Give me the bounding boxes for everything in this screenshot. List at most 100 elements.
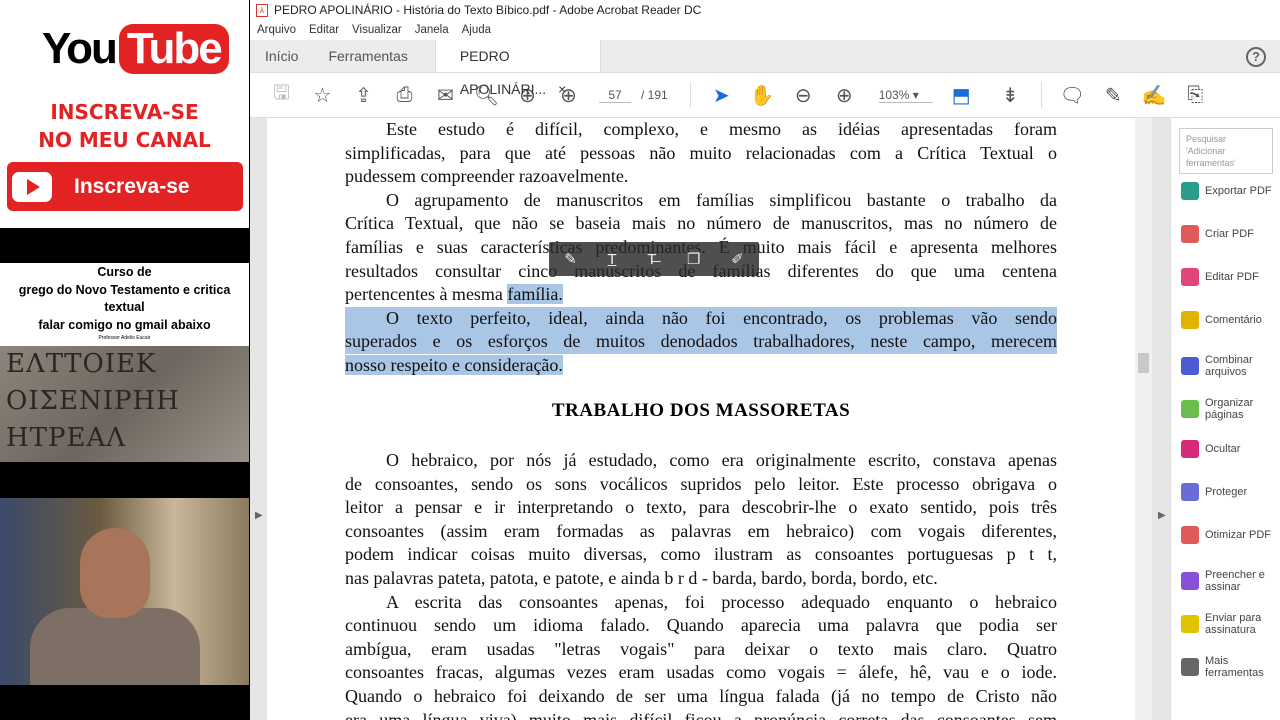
paragraph-4: O hebraico, por nós já estudado, como er… [345,449,1057,720]
text-line: leitor a pensar e ir interpretando o tex… [345,497,1057,518]
text-line: continuou sendo um idioma falado. Quando… [345,615,1057,636]
collapse-left-arrow-icon[interactable]: ▶ [255,510,263,521]
text-line: pudessem compreender razoavelmente. [345,166,629,187]
pdf-page: Este estudo é difícil, complexo, e mesmo… [267,118,1135,720]
menu-janela[interactable]: Janela [415,24,449,36]
tool-label: Comentário [1205,314,1262,326]
tools-search-input[interactable]: Pesquisar 'Adicionar ferramentas' [1179,128,1273,174]
zoom-level-select[interactable]: 103% ▾ [878,88,933,103]
text-line: O hebraico, por nós já estudado, como er… [386,450,1057,470]
text-line: consoantes fracas, algumas vezes eram us… [345,662,1057,683]
menu-arquivo[interactable]: Arquivo [257,24,296,36]
inscription-line: ΟΙΣΕΝΙΡΗΗ [6,386,180,416]
save-icon[interactable]: 🖫 [261,78,302,112]
cta-line1: INSCREVA-SE [50,100,199,124]
person-body [30,608,200,685]
tool-icon [1181,526,1199,544]
tool-icon [1181,658,1199,676]
menu-visualizar[interactable]: Visualizar [352,24,402,36]
selected-text-line[interactable]: nosso respeito e consideração. [345,354,1057,378]
tool-item[interactable]: Exportar PDF [1181,182,1277,200]
page-total: / 191 [641,88,668,102]
tool-label: Ocultar [1205,443,1241,455]
tool-label: Criar PDF [1205,228,1254,240]
tool-icon [1181,572,1199,590]
selected-text[interactable]: família. [507,284,563,305]
close-tab-icon[interactable]: × [558,81,566,97]
text-line: Crítica Textual, que não se baseia mais … [345,213,1057,234]
tool-item[interactable]: Combinar arquivos [1181,354,1277,378]
underline-text-icon[interactable]: T̲ [607,251,616,268]
tab-home[interactable]: Início [250,40,313,72]
highlight-pen-icon[interactable]: ✎ [1093,83,1134,108]
hand-tool-icon[interactable]: ✋ [742,83,783,108]
tab-document[interactable]: PEDRO APOLINÁRI... × [434,40,601,97]
text-line: era uma língua viva) muito mais difícil … [345,709,1057,720]
video-overlay-panel: You Tube INSCREVA-SE NO MEU CANAL Inscreva… [0,0,250,720]
more-tools-icon[interactable]: ⎘ [1175,84,1216,107]
tool-label: Organizar páginas [1205,397,1254,421]
text-span: pertencentes à mesma [345,284,508,305]
tool-item[interactable]: Organizar páginas [1181,397,1277,421]
tool-item[interactable]: Editar PDF [1181,268,1277,286]
youtube-subscribe-banner: You Tube INSCREVA-SE NO MEU CANAL Inscreva… [0,0,249,228]
tool-icon [1181,400,1199,418]
zoom-in-icon[interactable]: ⊕ [824,83,865,108]
highlight-icon[interactable]: ✎ [564,250,577,268]
zoom-out-icon[interactable]: ⊖ [783,83,824,108]
tool-item[interactable]: Enviar para assinatura [1181,612,1277,636]
subscribe-label: Inscreva-se [74,174,190,198]
strikethrough-text-icon[interactable]: T̶ [647,251,656,268]
tool-icon [1181,268,1199,286]
draw-sign-icon[interactable]: ✍ [1134,83,1175,108]
inscription-line: ΗΤΡΕΑΛ [6,423,127,453]
text-line: nas palavras pateta, patota, e patote, e… [345,567,938,588]
selected-text[interactable]: nosso respeito e consideração. [345,354,563,375]
selected-text-line[interactable]: superados e os esforços de muitos denoda… [345,330,1057,354]
vertical-scrollbar[interactable] [1135,118,1152,720]
toolbar: 🖫 ☆ ⇪ ⎙ ✉ 🔍︎ ⊕ ⊕ 57 / 191 ➤ ✋ ⊖ ⊕ 103% ▾… [250,73,1280,118]
subscribe-button: Inscreva-se [7,162,243,211]
tool-item[interactable]: Mais ferramentas [1181,655,1277,679]
window-title: PEDRO APOLINÁRIO - História do Texto Bíb… [274,3,702,17]
text-selection-toolbar: ✎ T̲ T̶ ❐ ✐ [549,242,759,276]
scroll-mode-icon[interactable]: ⇟ [990,83,1031,108]
tools-pane: Pesquisar 'Adicionar ferramentas' Export… [1170,118,1280,720]
text-line: ambígua, eram usadas "letras vogais" par… [345,638,1057,659]
document-area: Este estudo é difícil, complexo, e mesmo… [250,118,1170,720]
menu-ajuda[interactable]: Ajuda [462,24,491,36]
select-cursor-icon[interactable]: ➤ [701,83,742,108]
collapse-pane-arrow-icon[interactable]: ▶ [1158,510,1166,521]
course-signature: Professor Adelio Eucair [98,335,151,341]
selected-text-line[interactable]: O texto perfeito, ideal, ainda não foi e… [345,306,1057,331]
divider [689,82,691,108]
tool-label: Mais ferramentas [1205,655,1264,679]
scrollbar-thumb[interactable] [1138,353,1149,373]
text-line: podem indicar coisas muito diversas, com… [345,544,1057,565]
tool-item[interactable]: Comentário [1181,311,1277,329]
course-line: textual [104,300,145,314]
print-icon[interactable]: ⎙ [384,84,425,107]
help-icon[interactable]: ? [1246,47,1266,67]
tool-item[interactable]: Preencher e assinar [1181,569,1277,593]
tool-item[interactable]: Ocultar [1181,440,1277,458]
menu-editar[interactable]: Editar [309,24,339,36]
text-line: simplificadas, para que até pessoas não … [345,142,1057,163]
copy-icon[interactable]: ❐ [687,250,700,268]
course-banner: Curso de grego do Novo Testamento e crit… [0,263,249,346]
tool-label: Editar PDF [1205,271,1259,283]
comment-icon[interactable]: 🗨 [1052,83,1093,108]
text-line: Quando o hebraico foi deixando de ser um… [345,685,1057,706]
tool-item[interactable]: Proteger [1181,483,1277,501]
text-line: pertencentes à mesma família. [345,283,1057,307]
tool-item[interactable]: Otimizar PDF [1181,526,1277,544]
tab-tools[interactable]: Ferramentas [313,40,422,72]
page-number-input[interactable]: 57 [599,88,631,103]
fit-page-icon[interactable]: ⬒ [941,83,982,108]
tool-icon [1181,225,1199,243]
bookmark-star-icon[interactable]: ☆ [302,83,343,108]
edit-text-icon[interactable]: ✐ [731,250,744,268]
upload-cloud-icon[interactable]: ⇪ [343,83,384,108]
tool-icon [1181,440,1199,458]
tool-item[interactable]: Criar PDF [1181,225,1277,243]
